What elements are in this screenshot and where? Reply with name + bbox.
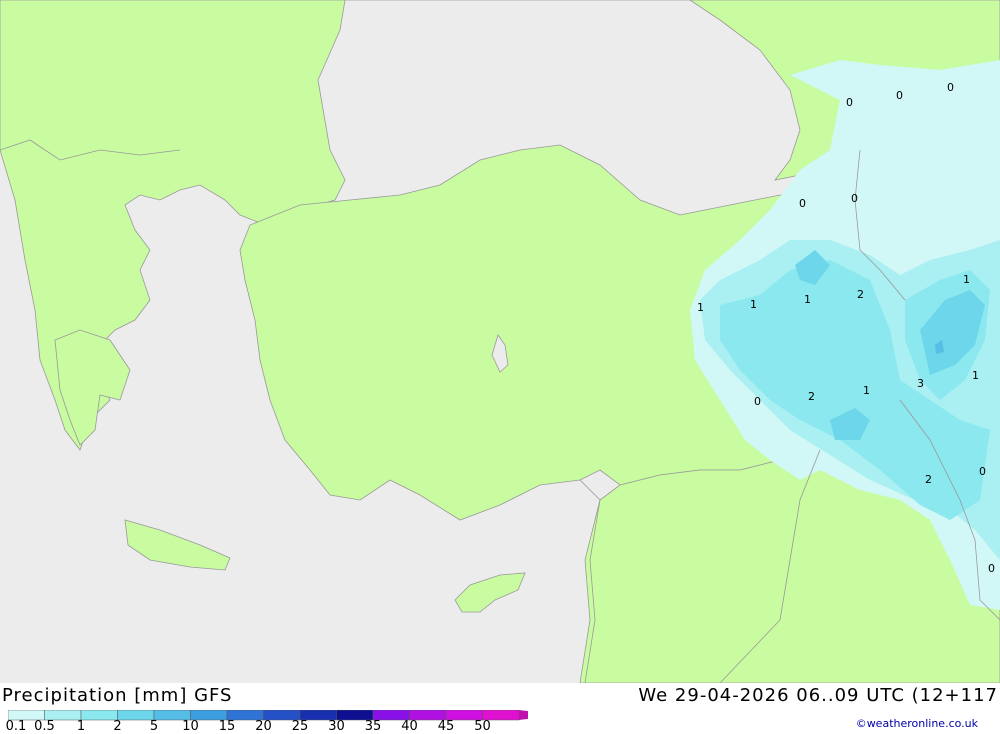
precip-value: 1: [750, 298, 757, 311]
credit-link[interactable]: ©weatheronline.co.uk: [856, 717, 978, 730]
precip-value: 1: [972, 369, 979, 382]
legend-tick-label: 30: [328, 719, 345, 734]
precip-value: 1: [963, 273, 970, 286]
legend-tick-label: 25: [291, 719, 309, 734]
legend-tick-label: 0.1: [5, 719, 27, 734]
legend-tick-label: 45: [437, 719, 455, 734]
precip-value: 0: [754, 395, 761, 408]
precip-value: 0: [947, 81, 954, 94]
precip-value: 2: [808, 390, 815, 403]
legend-swatch: [80, 709, 118, 721]
legend-tick-label: 5: [149, 719, 159, 734]
precip-value: 1: [804, 293, 811, 306]
precip-value: 0: [851, 192, 858, 205]
legend-tick-label: 40: [401, 719, 418, 734]
precip-value: 1: [697, 301, 704, 314]
precip-value: 0: [988, 562, 995, 575]
legend-arrow: [519, 710, 557, 720]
precip-value: 0: [896, 89, 903, 102]
map-title: Precipitation [mm] GFS: [2, 685, 233, 706]
precip-value: 2: [857, 288, 864, 301]
map-canvas: 0 0 0 0 0 1 1 1 2 1 1 3 1 0 2 2 0 0: [0, 0, 1000, 684]
precip-value: 0: [979, 465, 986, 478]
color-legend: 0.1 0.5 1 2 5 10 15 20 25 30 35 40 45 50: [5, 707, 557, 734]
legend-tick-label: 20: [255, 719, 272, 734]
footer: Precipitation [mm] GFS We 29-04-2026 06.…: [0, 683, 1000, 734]
precip-value: 0: [799, 197, 806, 210]
precip-value: 1: [863, 384, 870, 397]
precip-value: 2: [925, 473, 932, 486]
precip-value: 3: [917, 377, 924, 390]
legend-tick-label: 50: [474, 719, 491, 734]
legend-tick-label: 15: [218, 719, 236, 734]
legend-tick-label: 1: [76, 719, 86, 734]
legend-tick-label: 0.5: [34, 719, 55, 734]
legend-swatch: [117, 709, 155, 721]
legend-tick-label: 2: [113, 719, 122, 734]
valid-datetime: We 29-04-2026 06..09 UTC (12+117: [638, 685, 998, 706]
legend-tick-label: 10: [182, 719, 199, 734]
precip-value: 0: [846, 96, 853, 109]
legend-tick-label: 35: [364, 719, 382, 734]
precipitation-map: 0 0 0 0 0 1 1 1 2 1 1 3 1 0 2 2 0 0: [0, 0, 1000, 684]
